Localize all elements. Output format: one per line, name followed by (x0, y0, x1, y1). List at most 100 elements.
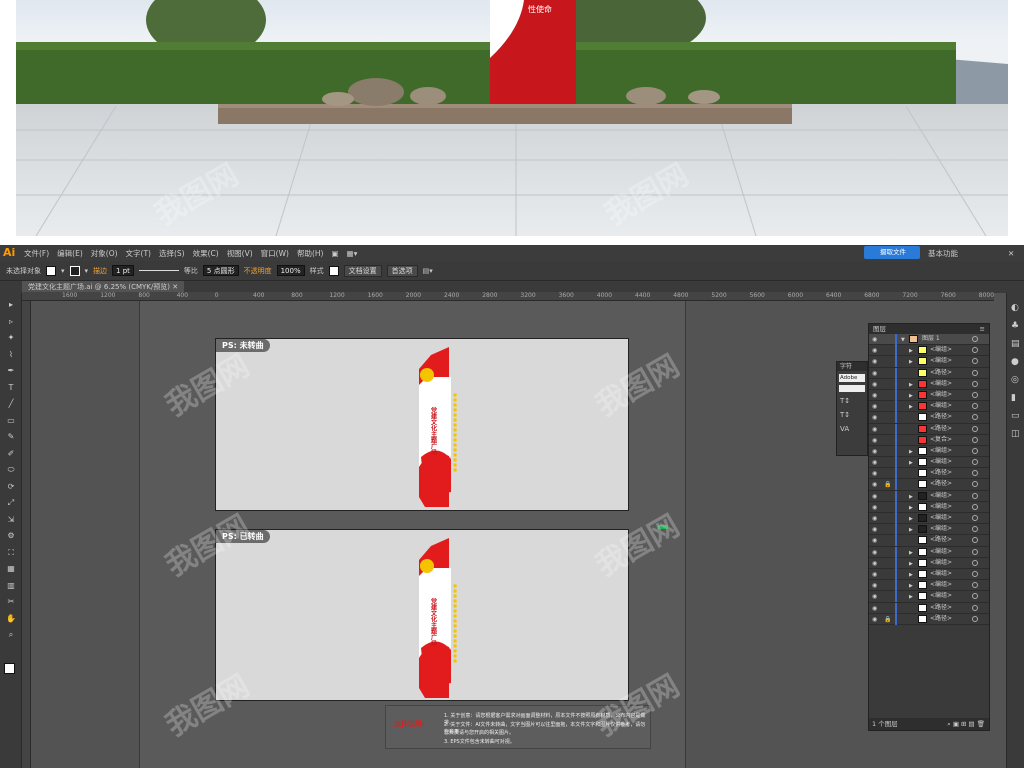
target-circle-icon[interactable] (972, 391, 978, 398)
expand-arrow-icon[interactable]: ▼ (901, 335, 905, 345)
opacity-field[interactable]: 100% (276, 265, 305, 276)
layer-row[interactable]: ◉ ▶ <编组> (869, 524, 989, 536)
dock-icon[interactable]: ▤ (1011, 339, 1020, 349)
visibility-eye-icon[interactable]: ◉ (872, 391, 877, 401)
stroke-label[interactable]: 描边 (93, 266, 107, 276)
dock-icon[interactable]: ▮ (1011, 393, 1016, 403)
visibility-eye-icon[interactable]: ◉ (872, 615, 877, 625)
layer-row[interactable]: ◉ ▶ <编组> (869, 345, 989, 357)
tool-icon[interactable]: ✦ (6, 334, 16, 342)
visibility-eye-icon[interactable]: ◉ (872, 346, 877, 356)
tool-icon[interactable]: ▦ (6, 565, 16, 573)
layer-row[interactable]: ◉ ▶ <编组> (869, 513, 989, 525)
style-swatch[interactable] (328, 265, 339, 276)
tool-icon[interactable]: ✎ (6, 433, 16, 441)
artboard-outlined[interactable]: PS: 已转曲 党建文化主题广场 ■■■■■■■■■■■■■■■■ (215, 529, 629, 701)
stroke-style[interactable]: 等比 (184, 266, 198, 276)
visibility-eye-icon[interactable]: ◉ (872, 570, 877, 580)
align-icon[interactable]: ▤▾ (423, 267, 433, 275)
tool-icon[interactable]: ▹ (6, 317, 16, 326)
menu-object[interactable]: 对象(O) (91, 248, 118, 259)
visibility-eye-icon[interactable]: ◉ (872, 592, 877, 602)
tool-icon[interactable]: ✂ (6, 598, 16, 606)
menu-view[interactable]: 视图(V) (227, 248, 253, 259)
target-circle-icon[interactable] (972, 570, 978, 577)
layer-row[interactable]: ◉ ▶ <编组> (869, 591, 989, 603)
tool-icon[interactable]: ▥ (6, 581, 16, 590)
tracking-icon[interactable]: VA (837, 422, 867, 436)
target-circle-icon[interactable] (972, 503, 978, 510)
tool-icon[interactable]: ⤢ (6, 499, 16, 507)
target-circle-icon[interactable] (972, 604, 978, 611)
layer-actions-icon[interactable]: ⌕ ▣ ⊞ ▤ 🗑 (947, 718, 985, 730)
target-circle-icon[interactable] (972, 347, 978, 354)
target-circle-icon[interactable] (972, 414, 978, 421)
expand-arrow-icon[interactable]: ▶ (909, 503, 913, 513)
layer-row[interactable]: ◉ 🔒 <路径> (869, 613, 989, 625)
menu-window[interactable]: 窗口(W) (261, 248, 289, 259)
font-size-icon[interactable]: T↕ (837, 394, 867, 408)
expand-arrow-icon[interactable]: ▶ (909, 581, 913, 591)
layer-row[interactable]: ◉ <路径> (869, 468, 989, 480)
target-circle-icon[interactable] (972, 447, 978, 454)
expand-arrow-icon[interactable]: ▶ (909, 458, 913, 468)
target-circle-icon[interactable] (972, 615, 978, 622)
expand-arrow-icon[interactable]: ▶ (909, 570, 913, 580)
expand-arrow-icon[interactable]: ▶ (909, 391, 913, 401)
tool-icon[interactable]: ✋ (6, 614, 16, 623)
target-circle-icon[interactable] (972, 369, 978, 376)
visibility-eye-icon[interactable]: ◉ (872, 503, 877, 513)
visibility-eye-icon[interactable]: ◉ (872, 402, 877, 412)
layer-row[interactable]: ◉ ▶ <编组> (869, 389, 989, 402)
target-circle-icon[interactable] (972, 593, 978, 600)
target-circle-icon[interactable] (972, 358, 978, 365)
target-circle-icon[interactable] (972, 470, 978, 477)
layer-row[interactable]: ◉ <路径> (869, 535, 989, 547)
target-circle-icon[interactable] (972, 336, 978, 342)
layer-row[interactable]: ◉ <路径> (869, 367, 989, 379)
expand-arrow-icon[interactable]: ▶ (909, 525, 913, 535)
artboard-unoutlined[interactable]: PS: 未转曲 党建文化主题广场 ■■■■■■■■■■■■■■■■ (215, 338, 629, 511)
tool-icon[interactable]: ⬭ (6, 466, 16, 474)
target-circle-icon[interactable] (972, 459, 978, 466)
visibility-eye-icon[interactable]: ◉ (872, 536, 877, 546)
layer-row[interactable]: ◉ ▶ <编组> (869, 557, 989, 569)
document-setup-button[interactable]: 文档设置 (343, 264, 382, 277)
font-family-field[interactable]: Adobe (839, 374, 865, 382)
expand-arrow-icon[interactable]: ▶ (909, 447, 913, 457)
chevron-down-icon[interactable]: ▾ (61, 267, 65, 275)
chevron-down-icon[interactable]: ▾ (85, 267, 89, 275)
target-circle-icon[interactable] (972, 537, 978, 544)
opacity-label[interactable]: 不透明度 (244, 266, 272, 276)
layer-row[interactable]: ◉ ▶ <编组> (869, 445, 989, 458)
menu-select[interactable]: 选择(S) (159, 248, 185, 259)
expand-arrow-icon[interactable]: ▶ (909, 380, 913, 390)
visibility-eye-icon[interactable]: ◉ (872, 559, 877, 569)
close-icon[interactable]: ✕ (1008, 249, 1014, 258)
visibility-eye-icon[interactable]: ◉ (872, 425, 877, 435)
layer-row[interactable]: ◉ ▶ <编组> (869, 457, 989, 469)
target-circle-icon[interactable] (972, 559, 978, 566)
tool-icon[interactable]: ⌇ (6, 350, 16, 359)
tool-icon[interactable]: ⟳ (6, 482, 16, 491)
target-circle-icon[interactable] (972, 515, 978, 521)
fill-stroke-swatch[interactable] (4, 663, 15, 674)
dock-icon[interactable]: ◎ (1011, 375, 1019, 385)
brush-field[interactable]: 5 点圆形 (202, 265, 239, 276)
visibility-eye-icon[interactable]: ◉ (872, 492, 877, 502)
menu-help[interactable]: 帮助(H) (297, 248, 324, 259)
tool-icon[interactable]: ▸ (6, 301, 16, 309)
layer-row[interactable]: ◉ ▶ <编组> (869, 401, 989, 413)
expand-arrow-icon[interactable]: ▶ (909, 346, 913, 356)
lock-icon[interactable]: 🔒 (884, 480, 891, 490)
expand-arrow-icon[interactable]: ▶ (909, 548, 913, 558)
tool-icon[interactable]: ⛶ (6, 548, 16, 557)
dock-icon[interactable]: ◐ (1011, 303, 1019, 313)
layer-row-top[interactable]: ◉ ▼ 图层 1 (869, 334, 989, 346)
layer-row[interactable]: ◉ <路径> (869, 423, 989, 435)
target-circle-icon[interactable] (972, 380, 978, 387)
visibility-eye-icon[interactable]: ◉ (872, 581, 877, 591)
expand-arrow-icon[interactable]: ▶ (909, 559, 913, 569)
tool-icon[interactable]: ✐ (6, 449, 16, 458)
workspace-switcher[interactable]: 基本功能 (928, 248, 958, 259)
